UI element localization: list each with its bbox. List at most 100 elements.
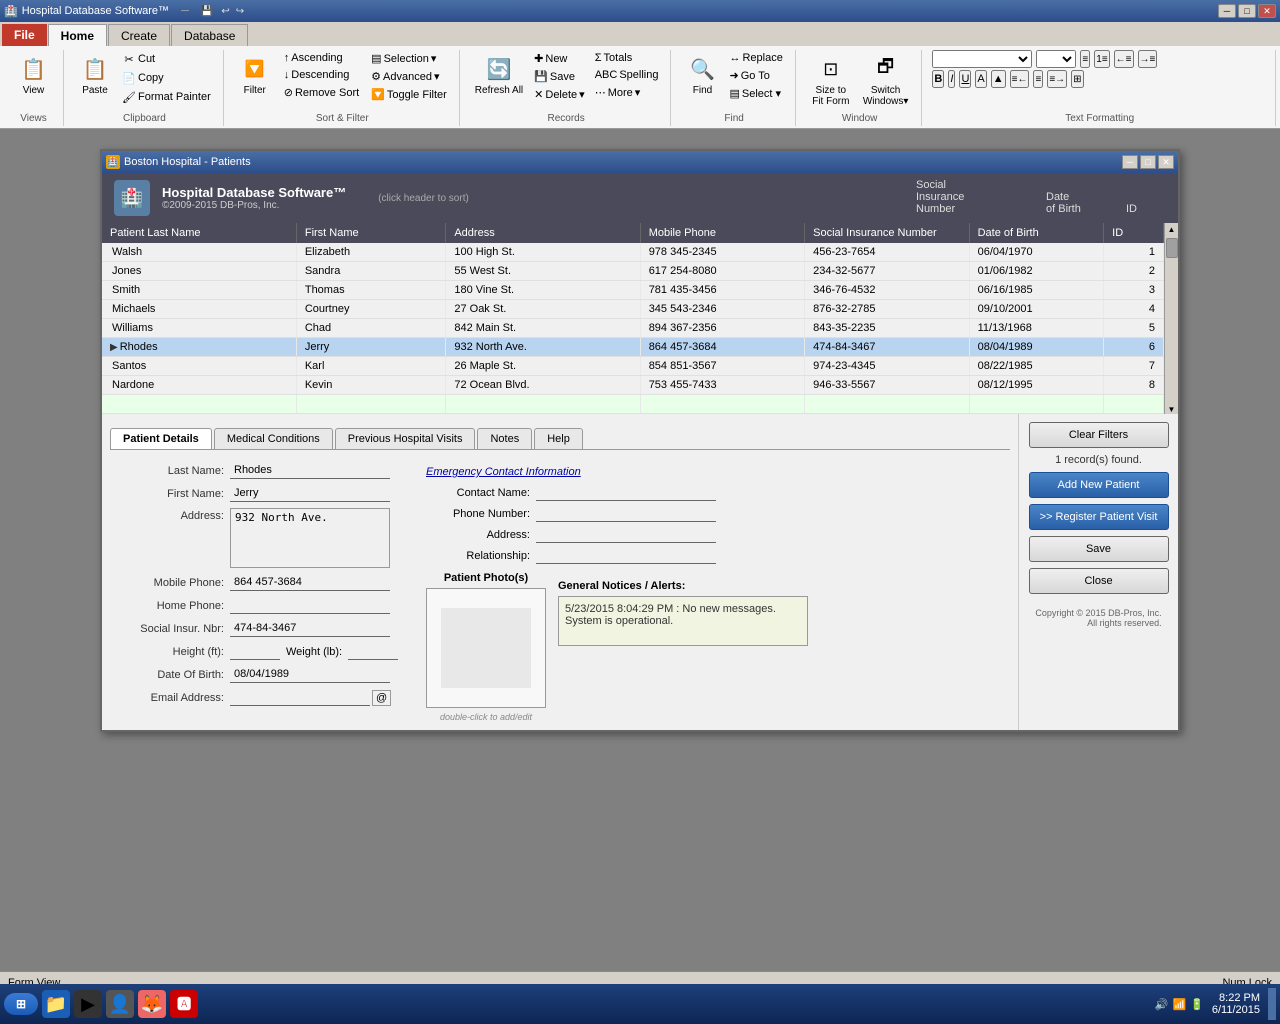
quick-access-redo[interactable]: ↪	[236, 6, 244, 17]
taskbar-icon-firefox[interactable]: 🦊	[138, 990, 166, 1018]
bold-button[interactable]: B	[932, 70, 944, 88]
taskbar-icon-media[interactable]: ▶	[74, 990, 102, 1018]
align-left-button[interactable]: ≡←	[1010, 70, 1030, 88]
table-button[interactable]: ⊞	[1071, 70, 1083, 88]
select-button[interactable]: ▤ Select ▾	[725, 85, 786, 102]
input-contact-phone[interactable]	[536, 505, 716, 522]
col-last-name[interactable]: Patient Last Name	[102, 223, 296, 243]
list-bullet-button[interactable]: ≡	[1080, 50, 1090, 68]
delete-record-button[interactable]: ✕ Delete▾	[530, 86, 589, 103]
toggle-filter-button[interactable]: 🔽 Toggle Filter	[367, 86, 451, 103]
table-row[interactable]: Walsh Elizabeth 100 High St. 978 345-234…	[102, 243, 1164, 262]
selection-button[interactable]: ▤ Selection▾	[367, 50, 451, 67]
find-button[interactable]: 🔍 Find	[681, 50, 723, 99]
more-button[interactable]: ⋯ More▾	[591, 84, 663, 101]
tab-help[interactable]: Help	[534, 428, 583, 449]
totals-button[interactable]: Σ Totals	[591, 50, 663, 66]
cut-button[interactable]: ✂ Cut	[118, 50, 215, 68]
show-desktop-button[interactable]	[1268, 988, 1276, 1020]
advanced-button[interactable]: ⚙ Advanced▾	[367, 68, 451, 85]
table-row[interactable]: Nardone Kevin 72 Ocean Blvd. 753 455-743…	[102, 376, 1164, 395]
clear-filters-button[interactable]: Clear Filters	[1029, 422, 1169, 448]
start-button[interactable]: ⊞	[4, 993, 38, 1015]
table-row[interactable]: Williams Chad 842 Main St. 894 367-2356 …	[102, 319, 1164, 338]
font-family-select[interactable]	[932, 50, 1032, 68]
align-right-button[interactable]: ≡→	[1047, 70, 1067, 88]
table-row[interactable]: ▶Rhodes Jerry 932 North Ave. 864 457-368…	[102, 338, 1164, 357]
tab-database[interactable]: Database	[171, 24, 248, 46]
table-row[interactable]: Smith Thomas 180 Vine St. 781 435-3456 3…	[102, 281, 1164, 300]
paste-button[interactable]: 📋 Paste	[74, 50, 116, 99]
input-dob[interactable]	[230, 666, 390, 683]
table-row[interactable]: Michaels Courtney 27 Oak St. 345 543-234…	[102, 300, 1164, 319]
scroll-up-button[interactable]: ▲	[1168, 225, 1176, 234]
size-to-fit-button[interactable]: ⊡ Size toFit Form	[806, 50, 856, 110]
quick-access-save[interactable]: 💾	[201, 6, 213, 17]
switch-windows-button[interactable]: 🗗 SwitchWindows▾	[858, 50, 914, 110]
register-visit-button[interactable]: >> Register Patient Visit	[1029, 504, 1169, 530]
input-height[interactable]	[230, 643, 280, 660]
filter-input-first[interactable]	[305, 398, 438, 410]
descending-button[interactable]: ↓ Descending	[280, 67, 363, 83]
close-button[interactable]: ✕	[1258, 4, 1276, 18]
filter-input-address[interactable]	[454, 398, 631, 410]
refresh-all-button[interactable]: 🔄 Refresh All	[470, 50, 528, 99]
col-mobile[interactable]: Mobile Phone	[640, 223, 804, 243]
col-dob[interactable]: Date of Birth	[969, 223, 1104, 243]
tab-notes[interactable]: Notes	[477, 428, 532, 449]
taskbar-icon-explorer[interactable]: 📁	[42, 990, 70, 1018]
minimize-button[interactable]: ─	[1218, 4, 1236, 18]
format-painter-button[interactable]: 🖌 Format Painter	[118, 88, 215, 106]
remove-sort-button[interactable]: ⊘ Remove Sort	[280, 84, 363, 101]
scroll-thumb[interactable]	[1166, 238, 1178, 258]
filter-input-last[interactable]	[110, 398, 288, 410]
align-center-button[interactable]: ≡	[1033, 70, 1043, 88]
col-sin[interactable]: Social Insurance Number	[805, 223, 969, 243]
copy-button[interactable]: 📄 Copy	[118, 69, 215, 87]
underline-button[interactable]: U	[959, 70, 971, 88]
input-contact-name[interactable]	[536, 484, 716, 501]
view-button[interactable]: 📋 View	[13, 50, 55, 99]
table-row[interactable]: Jones Sandra 55 West St. 617 254-8080 23…	[102, 262, 1164, 281]
col-address[interactable]: Address	[446, 223, 640, 243]
tab-patient-details[interactable]: Patient Details	[110, 428, 212, 449]
input-email[interactable]	[230, 689, 370, 706]
taskbar-icon-app[interactable]: 🅰	[170, 990, 198, 1018]
tab-previous-visits[interactable]: Previous Hospital Visits	[335, 428, 476, 449]
input-home[interactable]	[230, 597, 390, 614]
patient-photo-box[interactable]	[426, 588, 546, 708]
col-id[interactable]: ID	[1104, 223, 1164, 243]
save-button[interactable]: Save	[1029, 536, 1169, 562]
input-contact-relationship[interactable]	[536, 547, 716, 564]
spelling-button[interactable]: ABC Spelling	[591, 67, 663, 83]
indent-increase-button[interactable]: →≡	[1138, 50, 1158, 68]
input-mobile[interactable]	[230, 574, 390, 591]
col-first-name[interactable]: First Name	[296, 223, 446, 243]
ascending-button[interactable]: ↑ Ascending	[280, 50, 363, 66]
mdi-close[interactable]: ✕	[1158, 155, 1174, 169]
filter-button[interactable]: 🔽 Filter	[234, 50, 276, 103]
input-first-name[interactable]	[230, 485, 390, 502]
maximize-button[interactable]: □	[1238, 4, 1256, 18]
input-address[interactable]: 932 North Ave.	[230, 508, 390, 568]
tab-file[interactable]: File	[2, 24, 47, 46]
filter-input-mobile[interactable]	[649, 398, 796, 410]
mdi-minimize[interactable]: ─	[1122, 155, 1138, 169]
input-last-name[interactable]	[230, 462, 390, 479]
replace-button[interactable]: ↔ Replace	[725, 50, 786, 66]
list-number-button[interactable]: 1≡	[1094, 50, 1109, 68]
font-size-select[interactable]	[1036, 50, 1076, 68]
table-row[interactable]: Santos Karl 26 Maple St. 854 851-3567 97…	[102, 357, 1164, 376]
tab-create[interactable]: Create	[108, 24, 170, 46]
mdi-maximize[interactable]: □	[1140, 155, 1156, 169]
quick-access-undo[interactable]: ↩	[221, 6, 229, 17]
input-sin[interactable]	[230, 620, 390, 637]
save-record-button[interactable]: 💾 Save	[530, 68, 589, 85]
scroll-down-button[interactable]: ▼	[1168, 405, 1176, 414]
indent-decrease-button[interactable]: ←≡	[1114, 50, 1134, 68]
at-button[interactable]: @	[372, 690, 391, 706]
taskbar-icon-person[interactable]: 👤	[106, 990, 134, 1018]
highlight-button[interactable]: ▲	[991, 70, 1006, 88]
tab-medical-conditions[interactable]: Medical Conditions	[214, 428, 333, 449]
input-weight[interactable]	[348, 643, 398, 660]
